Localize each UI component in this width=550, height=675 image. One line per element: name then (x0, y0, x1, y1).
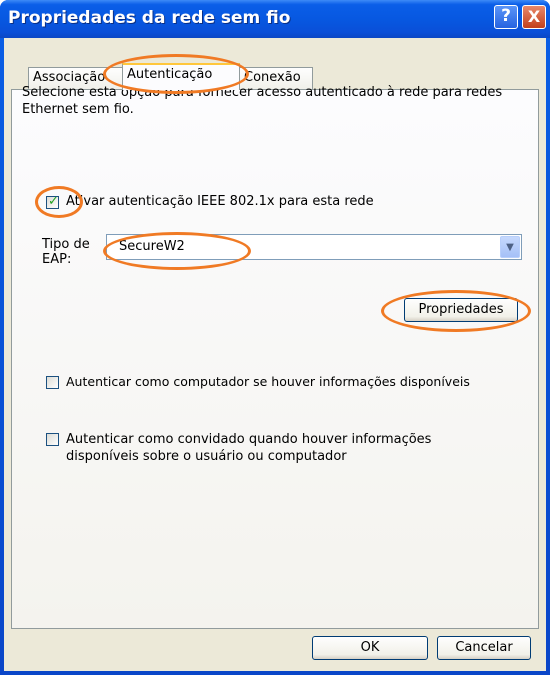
cancel-button[interactable]: Cancelar (437, 636, 531, 660)
eap-type-label: Tipo de EAP: (42, 237, 90, 267)
eap-type-value: SecureW2 (119, 239, 185, 254)
enable-8021x-checkbox[interactable]: ✓ (46, 194, 59, 209)
auth-description: Selecione esta opção para fornecer acess… (22, 85, 503, 117)
tab-panel-autenticacao (11, 89, 539, 629)
dialog-client-area: Associação Autenticação Conexão (4, 38, 546, 671)
enable-8021x-row[interactable]: ✓ Ativar autenticação IEEE 802.1x para e… (46, 194, 526, 212)
ok-button[interactable]: OK (312, 636, 428, 660)
close-button[interactable]: X (522, 5, 546, 29)
auth-as-guest-checkbox[interactable] (46, 433, 59, 446)
help-icon: ? (501, 6, 511, 26)
auth-as-computer-checkbox[interactable] (46, 376, 59, 389)
eap-type-select[interactable]: SecureW2 ▼ (106, 234, 522, 260)
auth-as-computer-row[interactable]: Autenticar como computador se houver inf… (46, 374, 532, 392)
tab-autenticacao[interactable]: Autenticação (122, 63, 240, 90)
window-title: Propriedades da rede sem fio (8, 8, 291, 28)
auth-as-guest-label: Autenticar como convidado quando houver … (66, 432, 432, 464)
auth-as-guest-row[interactable]: Autenticar como convidado quando houver … (46, 431, 506, 471)
properties-button[interactable]: Propriedades (404, 298, 518, 322)
enable-8021x-label: Ativar autenticação IEEE 802.1x para est… (66, 194, 374, 209)
title-bar[interactable]: Propriedades da rede sem fio ? X (0, 0, 550, 38)
checkmark-icon: ✓ (48, 194, 59, 209)
auth-as-computer-label: Autenticar como computador se houver inf… (66, 374, 470, 389)
help-button[interactable]: ? (494, 5, 518, 29)
close-icon: X (527, 7, 541, 26)
chevron-down-icon[interactable]: ▼ (500, 236, 520, 258)
